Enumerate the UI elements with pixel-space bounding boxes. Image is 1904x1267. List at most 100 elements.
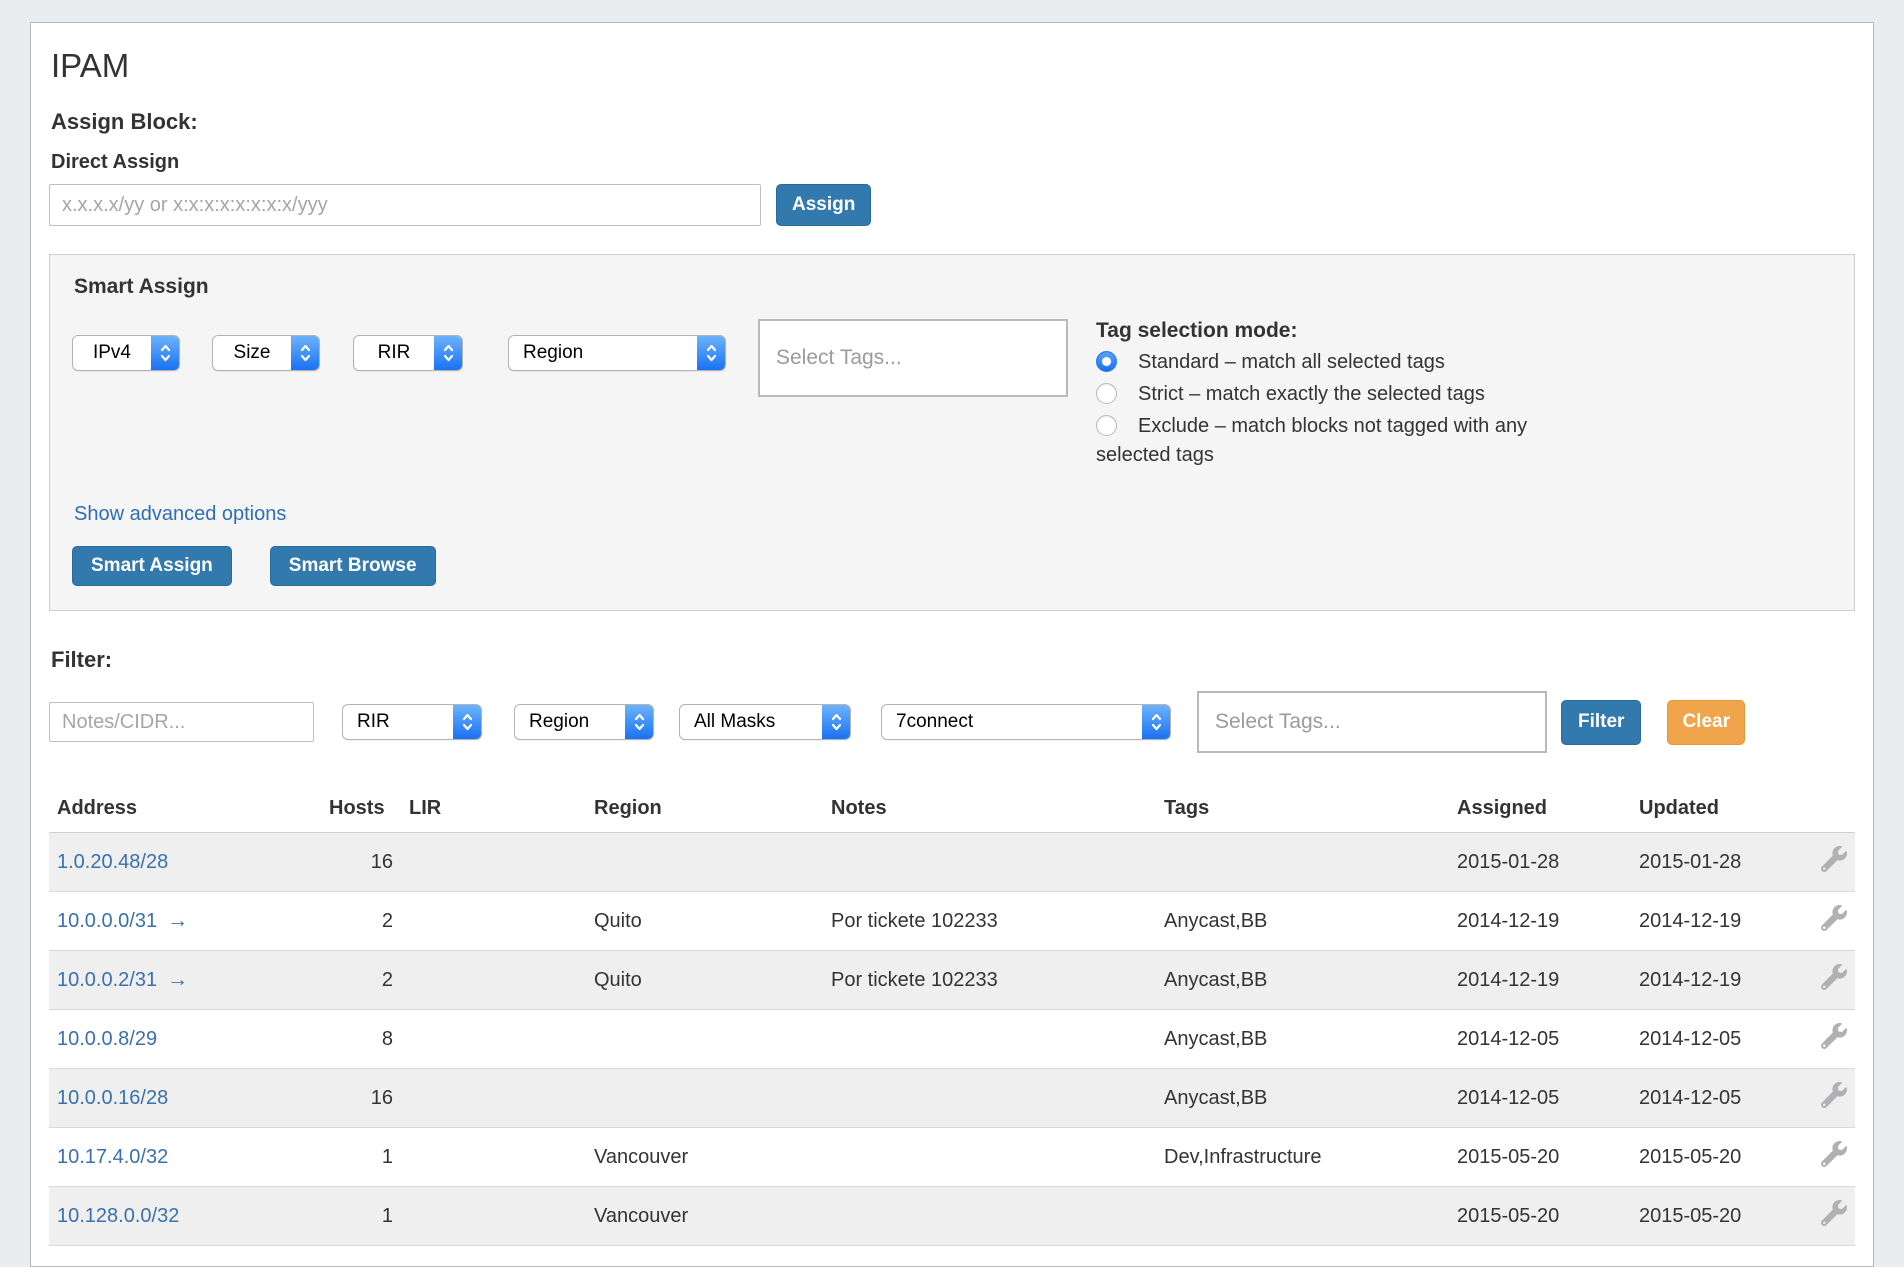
region-cell xyxy=(586,833,823,892)
assigned-arrow-icon: → xyxy=(167,968,188,991)
smart-assign-tags-input[interactable]: Select Tags... xyxy=(758,319,1068,397)
filter-rir-select[interactable]: RIR xyxy=(342,704,482,740)
col-header-address: Address xyxy=(49,789,321,833)
updated-cell: 2014-12-19 xyxy=(1631,951,1801,1010)
tag-mode-heading: Tag selection mode: xyxy=(1096,319,1528,343)
col-header-updated: Updated xyxy=(1631,789,1801,833)
col-header-actions xyxy=(1801,789,1855,833)
table-row: 10.0.0.16/28 16 Anycast,BB 2014-12-05 20… xyxy=(49,1069,1855,1128)
wrench-icon xyxy=(1821,1082,1847,1108)
page-title: IPAM xyxy=(51,47,1855,85)
filter-button[interactable]: Filter xyxy=(1561,700,1641,745)
radio-button[interactable] xyxy=(1096,351,1117,372)
address-link[interactable]: 10.0.0.0/31→ xyxy=(57,910,188,932)
hosts-cell: 1 xyxy=(321,1128,401,1187)
select-arrows-icon xyxy=(151,336,179,370)
wrench-icon xyxy=(1821,1141,1847,1167)
smart-assign-buttons: Smart Assign Smart Browse xyxy=(72,546,1832,586)
notes-cell xyxy=(823,833,1156,892)
notes-cell: Por tickete 102233 xyxy=(823,951,1156,1010)
edit-block-button[interactable] xyxy=(1821,1200,1847,1226)
region-cell: Vancouver xyxy=(586,1128,823,1187)
afi-select[interactable]: IPv4 xyxy=(72,335,180,371)
updated-cell: 2015-01-28 xyxy=(1631,833,1801,892)
select-arrows-icon xyxy=(291,336,319,370)
region-cell: Vancouver xyxy=(586,1187,823,1246)
col-header-assigned: Assigned xyxy=(1449,789,1631,833)
tags-cell: Anycast,BB xyxy=(1156,892,1449,951)
filter-region-select[interactable]: Region xyxy=(514,704,654,740)
address-link[interactable]: 1.0.20.48/28 xyxy=(57,851,168,873)
region-cell: Quito xyxy=(586,892,823,951)
table-row: 1.0.20.48/28 16 2015-01-28 2015-01-28 xyxy=(49,833,1855,892)
clear-button[interactable]: Clear xyxy=(1667,700,1745,745)
hosts-cell: 16 xyxy=(321,1069,401,1128)
assigned-cell: 2014-12-19 xyxy=(1449,892,1631,951)
filter-lir-select[interactable]: 7connect xyxy=(881,704,1171,740)
assign-button[interactable]: Assign xyxy=(776,184,871,226)
wrench-icon xyxy=(1821,846,1847,872)
rir-select[interactable]: RIR xyxy=(353,335,463,371)
select-arrows-icon xyxy=(625,705,653,739)
edit-block-button[interactable] xyxy=(1821,846,1847,872)
filter-heading: Filter: xyxy=(51,647,1855,673)
address-link[interactable]: 10.0.0.8/29 xyxy=(57,1028,157,1050)
updated-cell: 2014-12-05 xyxy=(1631,1010,1801,1069)
wrench-icon xyxy=(1821,1023,1847,1049)
wrench-icon xyxy=(1821,905,1847,931)
region-cell xyxy=(586,1010,823,1069)
radio-button[interactable] xyxy=(1096,415,1117,436)
edit-block-button[interactable] xyxy=(1821,1082,1847,1108)
tag-mode-option-strict[interactable]: Strict – match exactly the selected tags xyxy=(1096,380,1528,409)
address-link[interactable]: 10.128.0.0/32 xyxy=(57,1205,179,1227)
direct-assign-input[interactable] xyxy=(49,184,761,226)
edit-block-button[interactable] xyxy=(1821,1023,1847,1049)
lir-cell xyxy=(401,1187,586,1246)
tags-cell: Anycast,BB xyxy=(1156,951,1449,1010)
size-select[interactable]: Size xyxy=(212,335,320,371)
radio-button[interactable] xyxy=(1096,383,1117,404)
edit-block-button[interactable] xyxy=(1821,964,1847,990)
ipam-table-body: 1.0.20.48/28 16 2015-01-28 2015-01-28 10… xyxy=(49,833,1855,1246)
filter-masks-select[interactable]: All Masks xyxy=(679,704,851,740)
hosts-cell: 2 xyxy=(321,892,401,951)
show-advanced-options-link[interactable]: Show advanced options xyxy=(74,503,286,526)
smart-assign-heading: Smart Assign xyxy=(74,275,1832,299)
smart-browse-button[interactable]: Smart Browse xyxy=(270,546,436,586)
updated-cell: 2015-05-20 xyxy=(1631,1128,1801,1187)
tag-mode-option-exclude[interactable]: Exclude – match blocks not tagged with a… xyxy=(1096,412,1528,470)
col-header-notes: Notes xyxy=(823,789,1156,833)
notes-cell xyxy=(823,1128,1156,1187)
address-link[interactable]: 10.0.0.2/31→ xyxy=(57,969,188,991)
address-link[interactable]: 10.0.0.16/28 xyxy=(57,1087,168,1109)
updated-cell: 2014-12-05 xyxy=(1631,1069,1801,1128)
filter-row: RIR Region All Masks 7connect Select Tag xyxy=(49,691,1855,753)
col-header-tags: Tags xyxy=(1156,789,1449,833)
edit-block-button[interactable] xyxy=(1821,1141,1847,1167)
lir-cell xyxy=(401,1069,586,1128)
smart-assign-selects: IPv4 Size RIR xyxy=(72,335,726,371)
table-row: 10.0.0.8/29 8 Anycast,BB 2014-12-05 2014… xyxy=(49,1010,1855,1069)
table-row: 10.17.4.0/32 1 Vancouver Dev,Infrastruct… xyxy=(49,1128,1855,1187)
edit-block-button[interactable] xyxy=(1821,905,1847,931)
filter-tags-input[interactable]: Select Tags... xyxy=(1197,691,1547,753)
notes-cidr-input[interactable] xyxy=(49,702,314,742)
lir-cell xyxy=(401,1010,586,1069)
lir-cell xyxy=(401,1128,586,1187)
region-select[interactable]: Region xyxy=(508,335,726,371)
table-header-row: Address Hosts LIR Region Notes Tags Assi… xyxy=(49,789,1855,833)
hosts-cell: 2 xyxy=(321,951,401,1010)
address-link[interactable]: 10.17.4.0/32 xyxy=(57,1146,168,1168)
lir-cell xyxy=(401,951,586,1010)
tag-mode-option-standard[interactable]: Standard – match all selected tags xyxy=(1096,348,1528,377)
updated-cell: 2015-05-20 xyxy=(1631,1187,1801,1246)
col-header-hosts: Hosts xyxy=(321,789,401,833)
hosts-cell: 16 xyxy=(321,833,401,892)
tag-selection-mode: Tag selection mode: Standard – match all… xyxy=(1096,319,1528,473)
lir-cell xyxy=(401,892,586,951)
table-row: 10.128.0.0/32 1 Vancouver 2015-05-20 201… xyxy=(49,1187,1855,1246)
notes-cell xyxy=(823,1187,1156,1246)
ipam-table: Address Hosts LIR Region Notes Tags Assi… xyxy=(49,789,1855,1246)
smart-assign-button[interactable]: Smart Assign xyxy=(72,546,232,586)
lir-cell xyxy=(401,833,586,892)
